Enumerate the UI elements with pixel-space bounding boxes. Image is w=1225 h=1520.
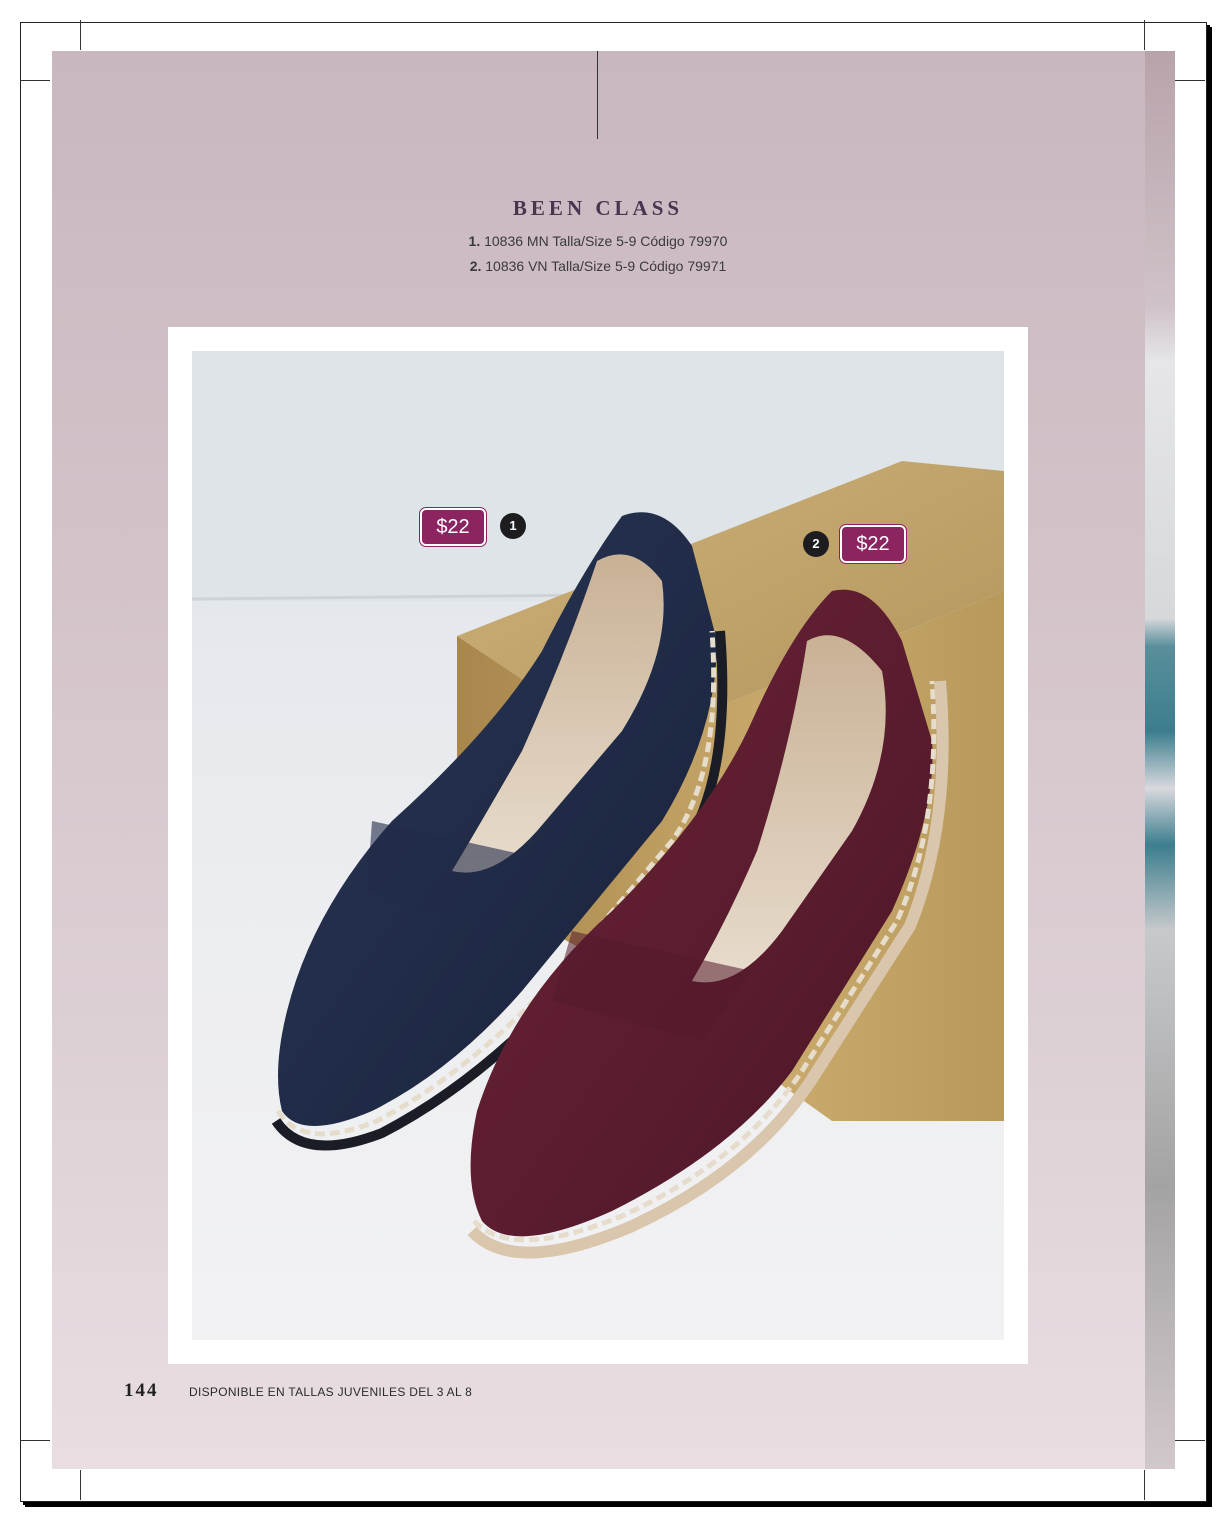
product-photo: $22 1 2 $22 (192, 351, 1004, 1340)
price-tag: $22 (419, 507, 487, 547)
product-title: BEEN CLASS (512, 196, 684, 220)
crop-mark (80, 1470, 81, 1500)
page-number: 144 (124, 1380, 159, 1401)
price-tag: $22 (839, 524, 907, 564)
shoes-illustration (192, 351, 1004, 1259)
spec-number: 2. (469, 258, 482, 274)
product-spec-line: 2. 10836 VN Talla/Size 5-9 Código 79971 (0, 258, 1196, 274)
spec-description: 10836 VN Talla/Size 5-9 Código 79971 (485, 258, 727, 274)
crop-mark (1175, 80, 1205, 81)
crop-mark (80, 20, 81, 50)
spec-description: 10836 MN Talla/Size 5-9 Código 79970 (484, 233, 728, 249)
footer-note: DISPONIBLE EN TALLAS JUVENILES DEL 3 AL … (189, 1385, 473, 1399)
crop-mark (1175, 1440, 1205, 1441)
crop-mark (20, 1440, 50, 1441)
item-number-badge: 2 (803, 531, 829, 557)
item-number-badge: 1 (500, 513, 526, 539)
crop-mark (597, 51, 598, 139)
spec-number: 1. (468, 233, 481, 249)
product-spec-line: 1. 10836 MN Talla/Size 5-9 Código 79970 (0, 233, 1196, 249)
crop-mark (1144, 20, 1145, 50)
crop-mark (1144, 1470, 1145, 1500)
crop-mark (20, 80, 50, 81)
